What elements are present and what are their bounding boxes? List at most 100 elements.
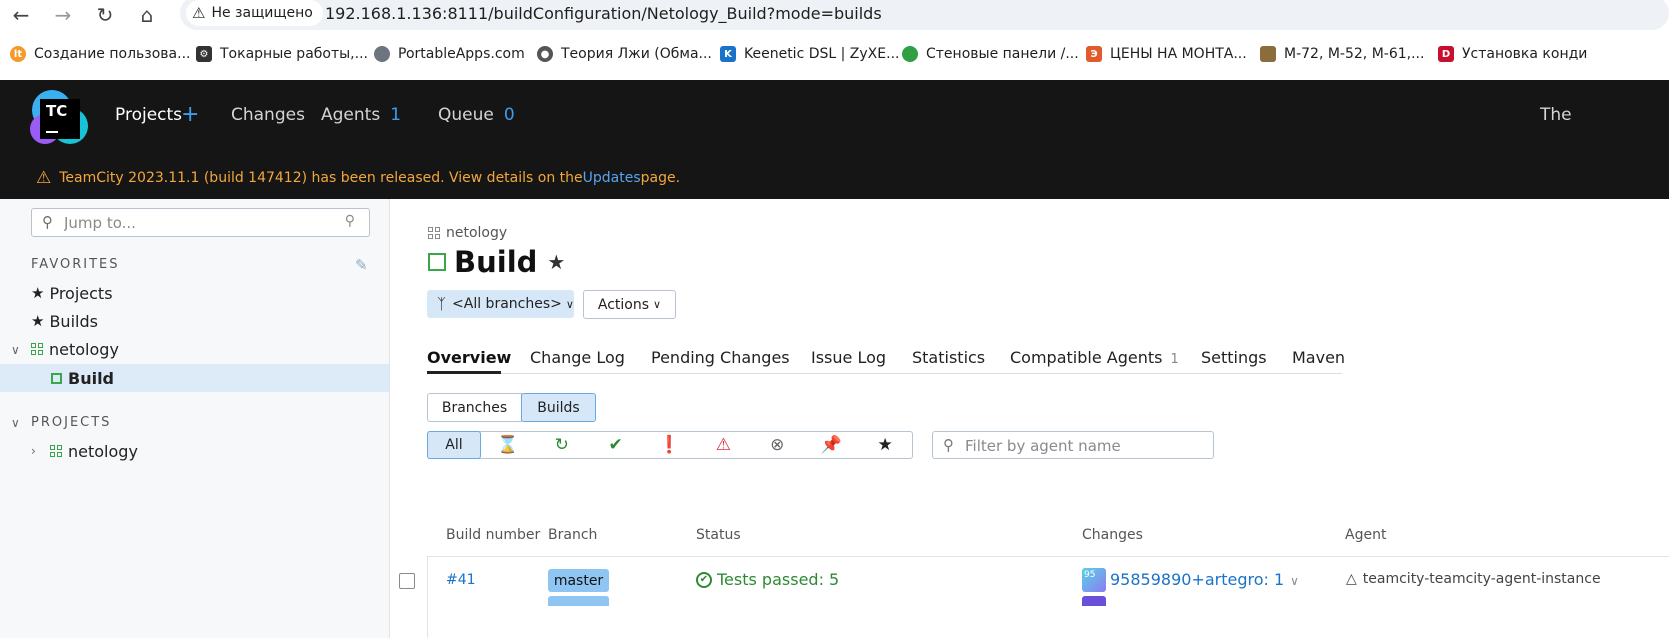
tab-statistics[interactable]: Statistics [912,348,985,367]
check-circle-icon: ✔ [696,571,712,588]
browser-toolbar: ← → ↻ ⌂ ⚠ Не защищено 192.168.1.136:8111… [0,0,1669,30]
active-tab-underline [427,371,501,374]
chevron-right-icon[interactable]: › [31,444,36,458]
search-icon: ⚲ [943,436,954,454]
build-number-link[interactable]: #41 [446,572,476,588]
nav-changes[interactable]: Changes [231,105,305,125]
tab-compatible-agents[interactable]: Compatible Agents 1 [1010,348,1179,367]
projects-heading: PROJECTS [31,415,112,430]
branch-icon: ᛉ [437,295,447,313]
row-checkbox[interactable] [399,573,415,589]
page-title: Build ★ [428,245,565,279]
problem-filter-icon[interactable]: ⚠ [696,432,750,458]
bookmark-item[interactable]: Э ЦЕНЫ НА МОНТА... [1086,46,1247,62]
avatar [1082,596,1106,606]
filter-all[interactable]: All [427,431,481,459]
jump-to-input[interactable] [64,211,334,234]
column-branch[interactable]: Branch [548,527,597,543]
favorite-projects[interactable]: ★ Projects [31,279,113,307]
builds-toggle[interactable]: Builds [521,393,596,422]
security-chip[interactable]: ⚠ Не защищено [186,0,323,26]
nav-queue[interactable]: Queue 0 [438,105,515,125]
branch-selector[interactable]: ᛉ <All branches> ∨ [427,290,574,318]
tab-change-log[interactable]: Change Log [530,348,625,367]
column-changes[interactable]: Changes [1082,527,1143,543]
moto-icon [1260,46,1276,62]
updates-link[interactable]: Updates [583,170,641,186]
forward-icon[interactable]: → [50,2,76,28]
tab-issue-log[interactable]: Issue Log [811,348,886,367]
tab-bar: Overview Change Log Pending Changes Issu… [427,342,1345,374]
home-icon[interactable]: ⌂ [134,2,160,28]
chevron-down-icon: ∨ [565,297,574,311]
queue-count: 0 [503,105,515,125]
tree-project-netology[interactable]: netology [31,335,119,363]
jump-to-search[interactable]: ⚲ ⚲ [31,208,370,237]
column-status[interactable]: Status [696,527,741,543]
starred-filter-icon[interactable]: ★ [858,432,912,458]
header-right-text[interactable]: The [1540,105,1572,125]
nav-projects[interactable]: Projects [115,105,182,125]
panel-icon [902,46,918,62]
bookmark-item[interactable]: ⚙ Токарные работы,... [196,46,368,62]
chevron-down-icon[interactable]: ∨ [11,343,20,357]
bookmark-item[interactable]: K Keenetic DSL | ZyXE... [720,46,899,62]
queued-filter-icon[interactable]: ⌛ [481,432,535,458]
bookmark-item[interactable]: Стеновые панели /... [902,46,1079,62]
bookmark-item[interactable]: lt Создание пользова... [10,46,190,62]
tab-settings[interactable]: Settings [1201,348,1267,367]
favorite-star-icon[interactable]: ★ [547,250,565,274]
table-row-border [427,556,428,638]
branch-tag[interactable]: master [548,569,609,592]
warning-icon: ⚠ [192,4,206,22]
reload-icon[interactable]: ↻ [92,2,118,28]
branches-toggle[interactable]: Branches [427,393,522,422]
agent-filter-input[interactable] [965,434,1205,457]
success-filter-icon[interactable]: ✔ [589,432,643,458]
tab-pending-changes[interactable]: Pending Changes [651,348,790,367]
column-build-number[interactable]: Build number [446,527,540,543]
bookmark-item[interactable]: PortableApps.com [374,46,525,62]
changes-link[interactable]: 95859890+artegro: 1 ∨ [1110,570,1299,589]
edit-favorites-icon[interactable]: ✎ [355,256,368,274]
tab-maven[interactable]: Maven [1292,348,1345,367]
canceled-filter-icon[interactable]: ⊗ [750,432,804,458]
bookmark-item[interactable]: М-72, М-52, М-61,... [1260,46,1424,62]
column-agent[interactable]: Agent [1345,527,1386,543]
actions-button[interactable]: Actions ∨ [583,290,676,319]
add-project-icon[interactable]: + [181,102,199,127]
pinned-filter-icon[interactable]: 📌 [804,432,858,458]
project-icon [428,227,440,239]
lt-icon: lt [10,46,26,62]
project-icon [50,445,62,457]
nav-agents[interactable]: Agents 1 [321,105,401,125]
warning-icon: ⚠ [36,167,52,188]
back-icon[interactable]: ← [8,2,34,28]
update-banner: ⚠ TeamCity 2023.11.1 (build 147412) has … [0,156,1669,199]
build-status[interactable]: ✔ Tests passed: 5 [696,570,839,589]
table-row-divider [427,556,1669,557]
chevron-down-icon[interactable]: ∨ [11,416,20,430]
agent-filter[interactable]: ⚲ [932,431,1214,459]
tab-overview[interactable]: Overview [427,348,511,367]
bookmark-item[interactable]: D Установка конди [1438,46,1587,62]
search-icon: ⚲ [42,213,53,231]
portableapps-icon [374,46,390,62]
favorite-builds[interactable]: ★ Builds [31,307,98,335]
projects-netology[interactable]: netology [50,437,138,465]
url-text[interactable]: 192.168.1.136:8111/buildConfiguration/Ne… [325,4,882,23]
teamcity-logo[interactable]: TC [30,90,90,146]
failed-filter-icon[interactable]: ❗ [643,432,697,458]
tree-build-build[interactable]: Build [51,364,114,392]
security-label: Не защищено [211,5,313,21]
breadcrumb[interactable]: netology [428,225,507,241]
keenetic-icon: K [720,46,736,62]
query-icon: ⚲ [344,213,355,229]
star-icon: ★ [31,312,45,330]
build-config-icon [428,253,446,271]
bookmark-item[interactable]: ● Теория Лжи (Обма... [537,46,712,62]
agent-link[interactable]: △ teamcity-teamcity-agent-instance [1346,571,1669,587]
running-filter-icon[interactable]: ↻ [535,432,589,458]
project-icon [31,343,43,355]
agents-count: 1 [390,105,402,125]
